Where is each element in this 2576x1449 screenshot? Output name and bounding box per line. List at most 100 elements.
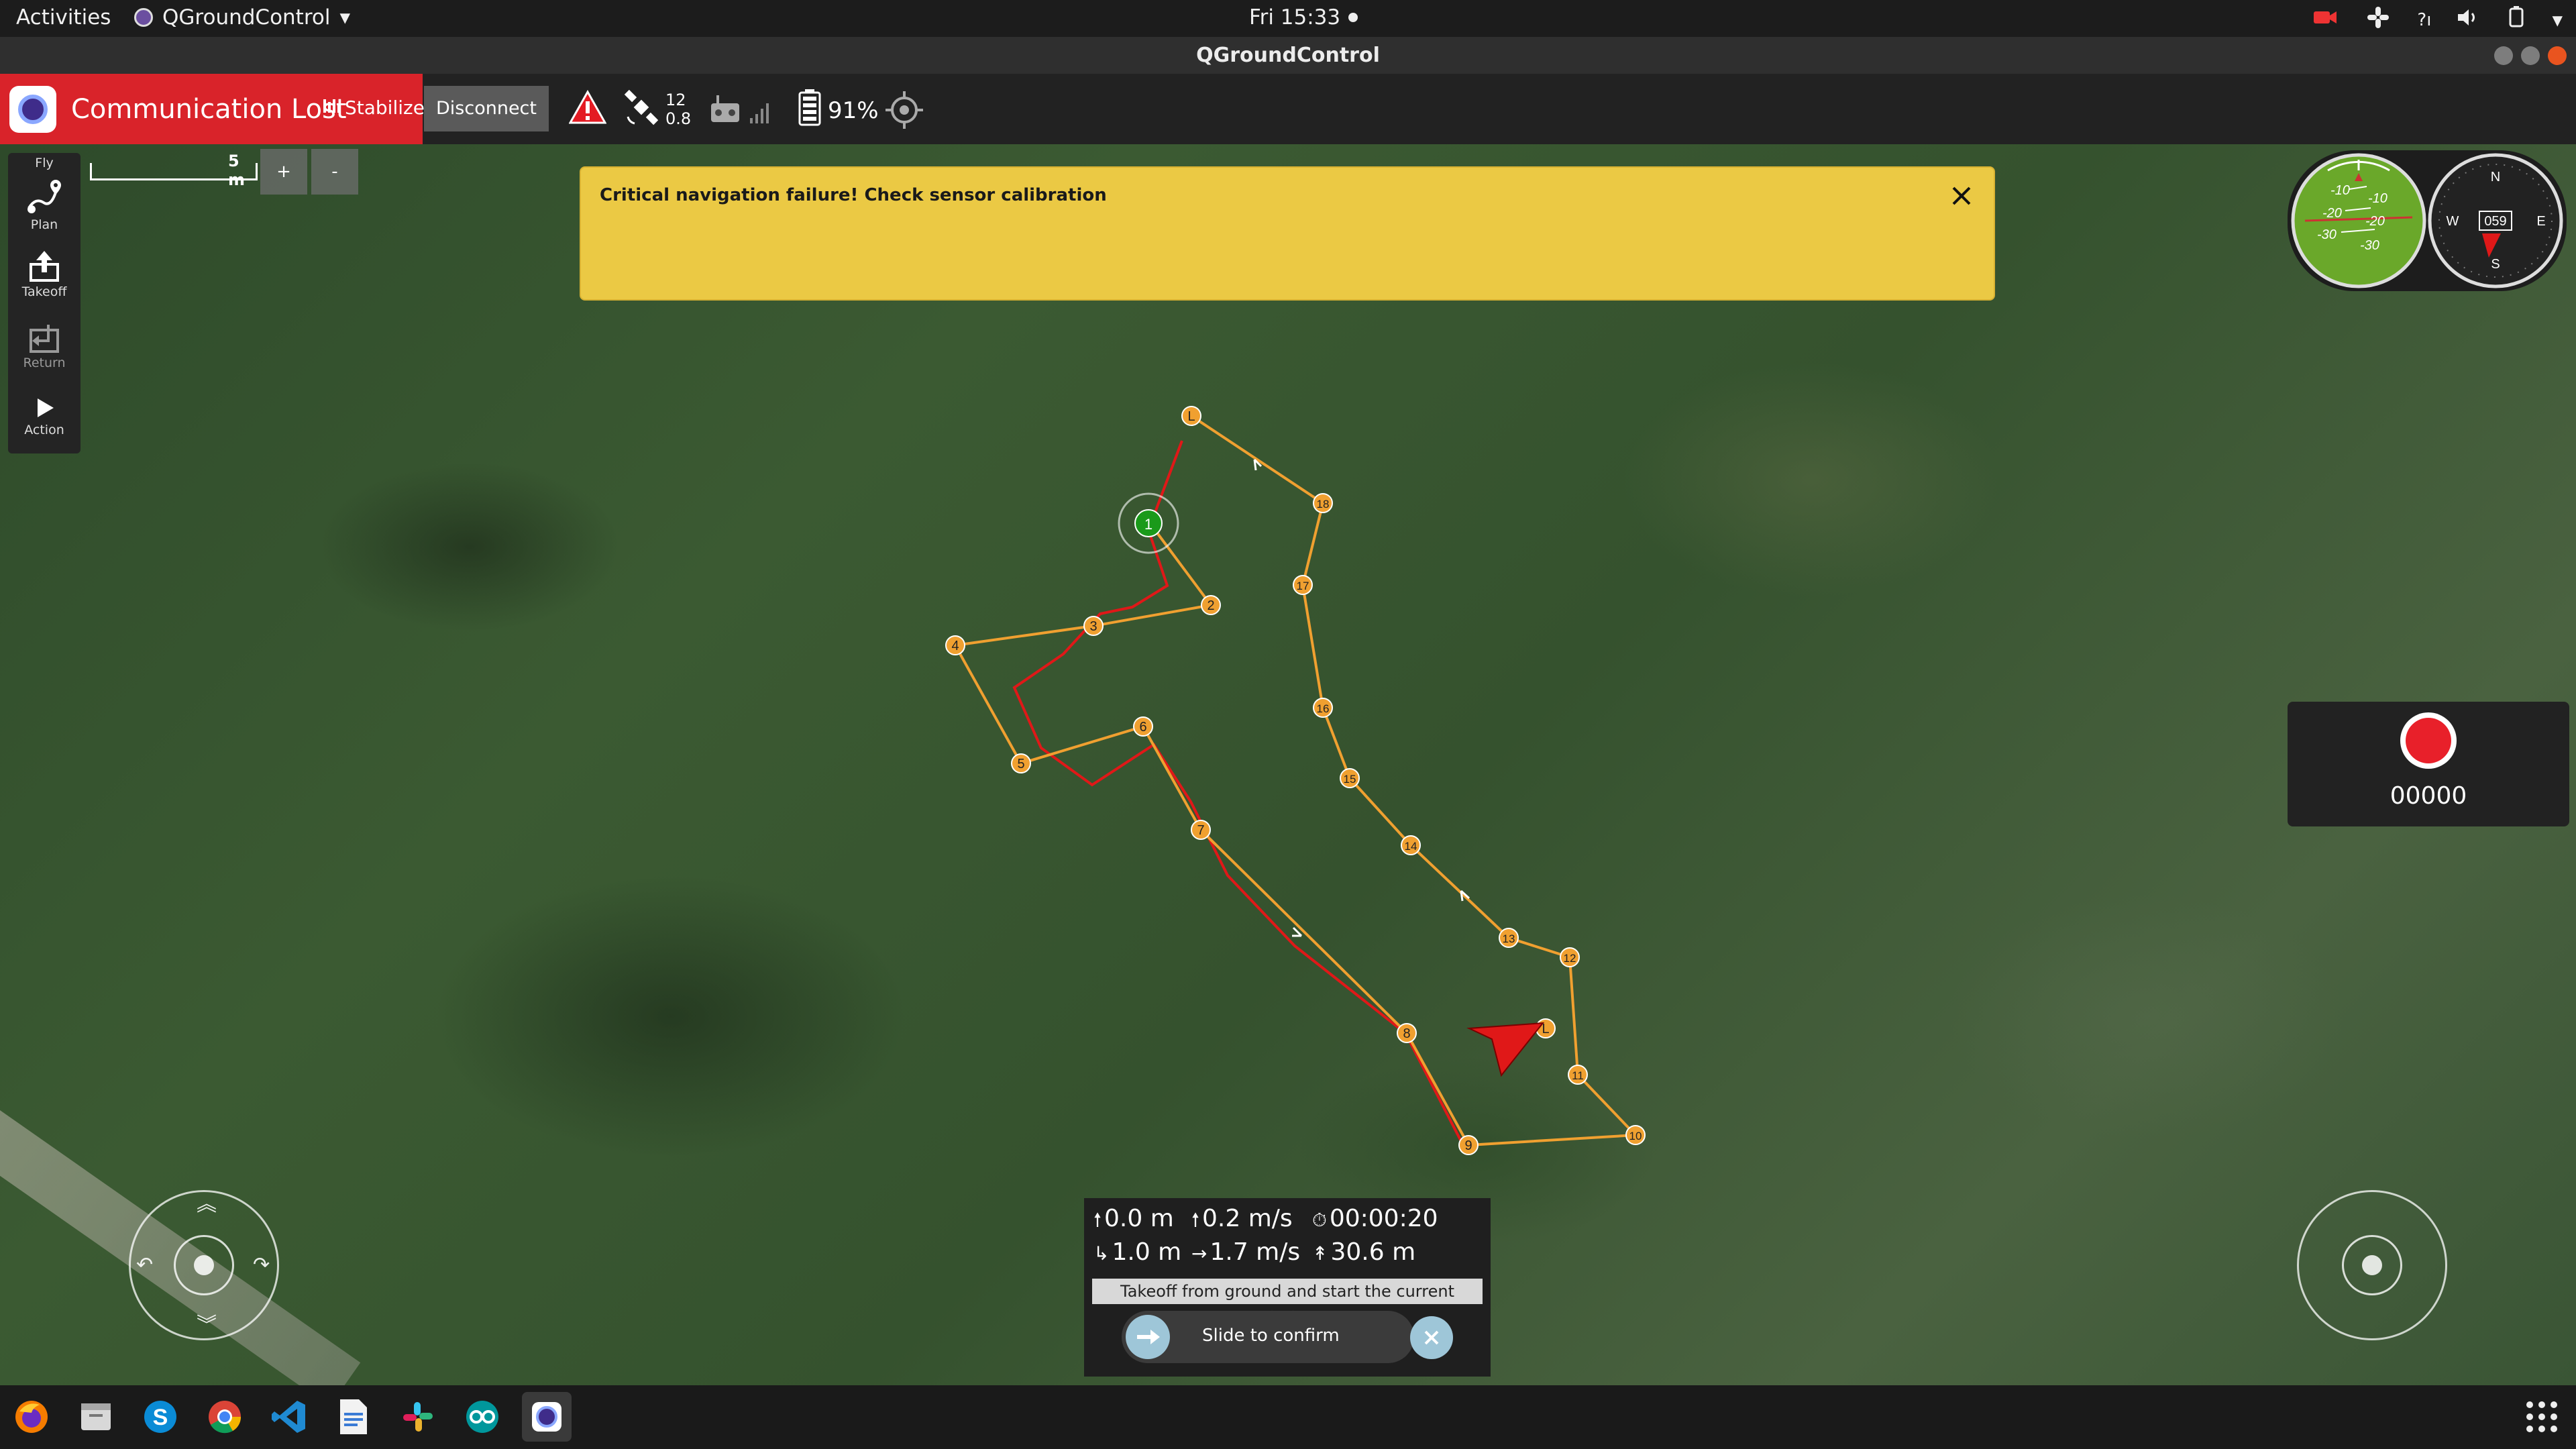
left-virtual-joystick[interactable]: ︽ ︾ ↶ ↷ <box>129 1190 279 1340</box>
fly-button[interactable]: Fly <box>8 156 80 170</box>
waypoint-14[interactable]: 14 <box>1401 835 1421 855</box>
plan-label: Plan <box>30 217 58 232</box>
maximize-button[interactable] <box>2521 46 2540 65</box>
gps-indicator[interactable]: 12 0.8 <box>624 89 691 129</box>
close-icon <box>1952 186 1971 205</box>
disconnect-button[interactable]: Disconnect <box>424 86 549 131</box>
record-timer: 00000 <box>2390 782 2467 810</box>
left-joystick-knob[interactable] <box>194 1255 214 1275</box>
waypoint-16[interactable]: 16 <box>1313 698 1333 718</box>
waypoint-12[interactable]: 12 <box>1560 947 1580 967</box>
vehicle-icon[interactable] <box>1466 1022 1545 1077</box>
arduino-icon[interactable] <box>458 1392 507 1442</box>
firefox-icon[interactable] <box>7 1392 56 1442</box>
action-label: Action <box>24 423 64 437</box>
action-button[interactable]: Action <box>8 394 80 437</box>
main-toolbar: Communication Lost Stabilized Disconnect… <box>0 74 2576 144</box>
gimbal-crosshair-icon[interactable] <box>885 91 923 131</box>
menu-chevron-icon[interactable]: ▾ <box>2552 8 2563 32</box>
play-icon <box>38 398 54 417</box>
battery-percent: 91% <box>828 97 879 124</box>
flight-mode-icon <box>323 97 341 119</box>
minimize-button[interactable] <box>2494 46 2513 65</box>
vscode-icon[interactable] <box>264 1392 314 1442</box>
waypoint-17[interactable]: 17 <box>1293 575 1313 595</box>
rc-transmitter-icon <box>710 94 741 126</box>
horizontal-speed-value: → 1.7 m/s <box>1191 1238 1301 1266</box>
slack-icon[interactable] <box>393 1392 443 1442</box>
battery-indicator[interactable]: 91% <box>798 89 879 132</box>
svg-text:2: 2 <box>1207 598 1214 613</box>
close-window-button[interactable] <box>2548 46 2567 65</box>
help-icon[interactable]: ?ı <box>2417 10 2431 30</box>
cancel-confirm-button[interactable] <box>1410 1316 1453 1359</box>
files-icon[interactable] <box>71 1392 121 1442</box>
horizontal-speed-icon: → <box>1191 1242 1208 1265</box>
rc-rssi-indicator[interactable] <box>710 94 770 126</box>
alert-message: Critical navigation failure! Check senso… <box>600 185 1107 205</box>
waypoint-11[interactable]: 11 <box>1568 1065 1588 1085</box>
window-controls <box>2494 46 2567 65</box>
camera-recording-icon[interactable] <box>2312 7 2339 33</box>
waypoint-8[interactable]: 8 <box>1397 1023 1417 1043</box>
clock[interactable]: Fri 15:33 <box>1249 5 1358 30</box>
record-icon <box>2406 718 2451 763</box>
waypoint-7[interactable]: 7 <box>1191 820 1211 840</box>
warning-icon[interactable] <box>568 89 607 127</box>
zoom-in-button[interactable]: + <box>260 149 307 195</box>
waypoint-4[interactable]: 4 <box>945 635 965 655</box>
waypoint-2[interactable]: 2 <box>1201 595 1221 615</box>
waypoint-3[interactable]: 3 <box>1083 616 1104 636</box>
chevron-down-icon: ▾ <box>339 5 351 30</box>
show-applications-button[interactable] <box>2526 1401 2557 1432</box>
plan-button[interactable]: Plan <box>8 177 80 232</box>
waypoint-6[interactable]: 6 <box>1133 716 1153 737</box>
power-icon[interactable] <box>2506 6 2526 34</box>
slack-icon[interactable] <box>2365 4 2392 36</box>
svg-text:17: 17 <box>1297 580 1309 592</box>
right-joystick-knob[interactable] <box>2362 1255 2382 1275</box>
record-button[interactable] <box>2400 712 2457 769</box>
pitch-label-left-20: -20 <box>2322 206 2342 221</box>
right-virtual-joystick[interactable] <box>2297 1190 2447 1340</box>
zoom-out-button[interactable]: - <box>311 149 358 195</box>
slider-thumb[interactable] <box>1126 1315 1170 1359</box>
waypoint-9[interactable]: 9 <box>1458 1135 1479 1155</box>
skype-icon[interactable]: S <box>136 1392 185 1442</box>
flight-mode-label: Stabilized <box>345 97 437 119</box>
waypoint-10[interactable]: 10 <box>1625 1125 1646 1145</box>
return-button[interactable]: Return <box>8 321 80 370</box>
flight-path-line <box>1012 440 1464 1144</box>
flight-mode-selector[interactable]: Stabilized <box>323 97 437 119</box>
svg-text:12: 12 <box>1564 952 1576 965</box>
yaw-right-icon: ↷ <box>253 1253 270 1277</box>
distance-home-value: ↳ 1.0 m <box>1093 1238 1182 1266</box>
clock-label: Fri 15:33 <box>1249 5 1341 30</box>
qgroundcontrol-icon[interactable] <box>522 1392 572 1442</box>
waypoint-land-start[interactable]: L <box>1181 406 1201 426</box>
waypoint-15[interactable]: 15 <box>1340 768 1360 788</box>
home-distance-icon: ↳ <box>1093 1242 1110 1265</box>
vertical-speed-icon: 🠕 <box>1191 1209 1200 1231</box>
close-alert-button[interactable] <box>1948 182 1975 209</box>
text-editor-icon[interactable] <box>329 1392 378 1442</box>
waypoint-distance-icon: ↟ <box>1312 1242 1328 1265</box>
waypoint-18[interactable]: 18 <box>1313 493 1333 513</box>
qgc-logo-icon[interactable] <box>9 85 56 133</box>
volume-icon[interactable] <box>2457 7 2481 33</box>
svg-text:18: 18 <box>1317 498 1330 511</box>
svg-text:9: 9 <box>1464 1138 1472 1153</box>
takeoff-button[interactable]: Takeoff <box>8 250 80 299</box>
waypoint-13[interactable]: 13 <box>1499 928 1519 948</box>
notification-dot <box>1348 13 1358 22</box>
activities-button[interactable]: Activities <box>16 5 111 30</box>
tool-strip: Fly Plan Takeoff Return Action <box>8 153 80 453</box>
svg-text:L: L <box>1187 409 1195 424</box>
app-menu[interactable]: QGroundControl ▾ <box>134 5 350 30</box>
slide-to-confirm[interactable]: Slide to confirm <box>1122 1311 1414 1363</box>
attitude-indicator: -10 -10 -20 -20 -30 -30 <box>2291 153 2426 288</box>
vertical-speed-value: 🠕 0.2 m/s <box>1191 1205 1293 1232</box>
waypoint-5[interactable]: 5 <box>1011 753 1031 773</box>
chrome-icon[interactable] <box>200 1392 250 1442</box>
return-label: Return <box>23 356 66 370</box>
